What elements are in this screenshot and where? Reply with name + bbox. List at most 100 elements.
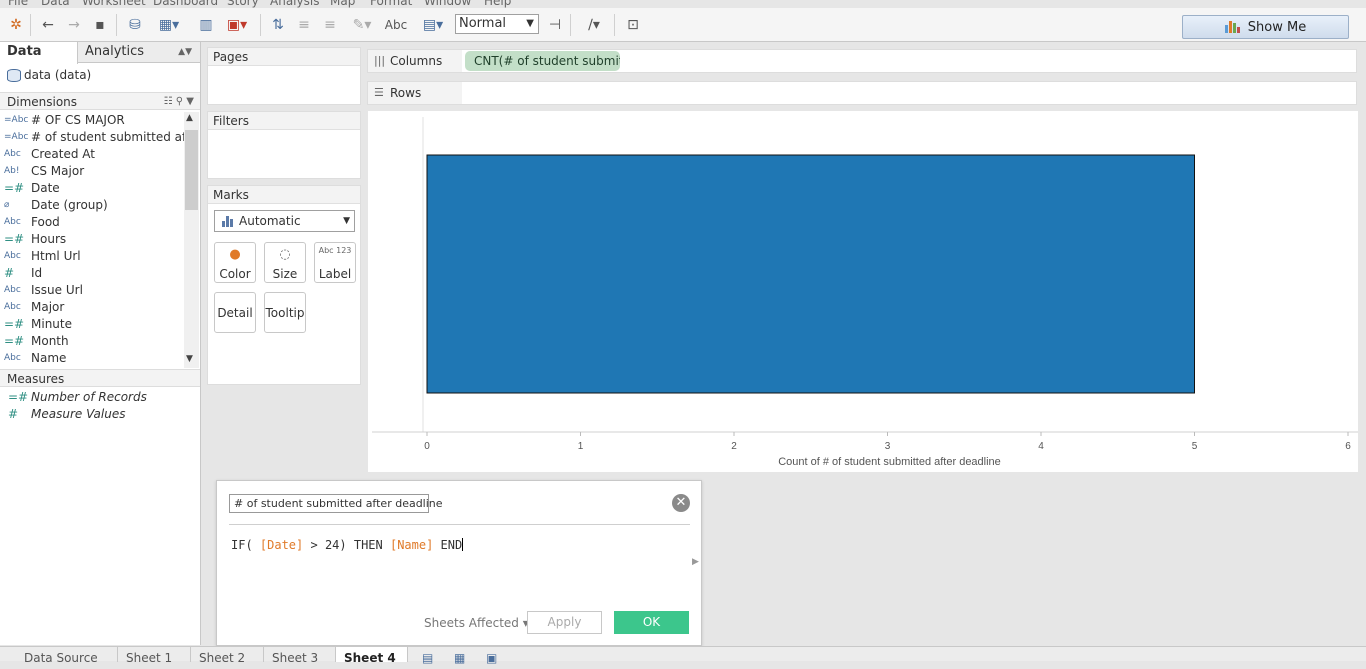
calc-name-field[interactable]: # of student submitted after deadline	[229, 494, 443, 513]
color-button[interactable]: ● Color	[214, 242, 256, 283]
pages-card[interactable]: Pages	[207, 47, 361, 105]
tab-data-source[interactable]: Data Source	[0, 647, 118, 665]
string-type-icon: Ab!	[4, 166, 20, 176]
menu-dashboard[interactable]: Dashboard	[153, 0, 218, 8]
new-worksheet-icon[interactable]: ▦▾	[156, 14, 182, 36]
field-label: Month	[31, 334, 69, 348]
annotate-icon[interactable]: ∕▾	[578, 14, 610, 36]
dimension-field[interactable]: Abc Major	[0, 299, 184, 316]
measure-field[interactable]: =# Number of Records	[0, 389, 184, 406]
sheets-affected-dropdown[interactable]: Sheets Affected ▾	[424, 616, 529, 630]
columns-icon: |||	[374, 54, 386, 67]
label-button[interactable]: Abc 123 Label	[314, 242, 356, 283]
dimensions-scrollbar[interactable]: ▲ ▼	[184, 112, 199, 368]
apply-button[interactable]: Apply	[527, 611, 602, 634]
highlight-icon[interactable]: ✎▾	[344, 14, 380, 36]
dimension-field[interactable]: # Id	[0, 265, 184, 282]
calculation-dialog: # of student submitted after deadline ✕ …	[216, 480, 702, 646]
datasource-item[interactable]: data (data)	[7, 68, 91, 82]
chart-view[interactable]: 0 1 2 3 4 5 6 Count of # of student submitted a…	[368, 111, 1358, 472]
fix-axes-icon[interactable]: ⊣	[545, 14, 565, 36]
columns-pill[interactable]: CNT(# of student submit..	[465, 51, 620, 71]
measures-header: Measures	[0, 369, 200, 387]
scroll-thumb[interactable]	[185, 130, 198, 210]
tab-sheet-1[interactable]: Sheet 1	[118, 647, 191, 665]
filters-card[interactable]: Filters	[207, 111, 361, 179]
fit-select[interactable]: Normal ▼	[455, 14, 539, 34]
tableau-logo-icon[interactable]: ✲	[6, 14, 26, 36]
formula-editor[interactable]: IF( [Date] > 24) THEN [Name] END	[231, 538, 464, 552]
x-tick-label: 0	[424, 441, 430, 452]
size-button[interactable]: ◌ Size	[264, 242, 306, 283]
field-label: Food	[31, 215, 60, 229]
new-datasource-icon[interactable]: ⛁	[124, 14, 146, 36]
field-label: Created At	[31, 147, 96, 161]
dimension-field[interactable]: ⌀ Date (group)	[0, 197, 184, 214]
menu-format[interactable]: Format	[370, 0, 412, 8]
dimension-field[interactable]: Ab! CS Major	[0, 163, 184, 180]
menu-file[interactable]: File	[8, 0, 28, 8]
ok-button[interactable]: OK	[614, 611, 689, 634]
field-label: Number of Records	[31, 390, 147, 404]
menu-data[interactable]: Data	[41, 0, 70, 8]
new-sheet-icon[interactable]: ▤	[414, 647, 442, 665]
field-label: Hours	[31, 232, 67, 246]
new-story-icon[interactable]: ▣	[478, 647, 506, 665]
menu-map[interactable]: Map	[330, 0, 355, 8]
dimension-field[interactable]: Abc Html Url	[0, 248, 184, 265]
show-me-button[interactable]: Show Me	[1182, 15, 1349, 39]
field-label: CS Major	[31, 164, 85, 178]
save-icon[interactable]: ▪	[90, 14, 110, 36]
tab-data[interactable]: Data	[0, 42, 78, 64]
x-tick-label: 3	[885, 441, 891, 452]
dimension-field[interactable]: =# Minute	[0, 316, 184, 333]
detail-button[interactable]: Detail	[214, 292, 256, 333]
tab-sheet-4[interactable]: Sheet 4	[336, 647, 408, 665]
swap-icon[interactable]: ⇅	[268, 14, 288, 36]
redo-icon[interactable]: →	[64, 14, 84, 36]
menu-window[interactable]: Window	[424, 0, 471, 8]
dimension-field[interactable]: =# Date	[0, 180, 184, 197]
columns-shelf[interactable]: ||| Columns CNT(# of student submit..	[367, 49, 1357, 73]
dimension-field[interactable]: =Abc # OF CS MAJOR	[0, 112, 184, 129]
sort-ascending-icon[interactable]: ≡	[294, 14, 314, 36]
expand-icon[interactable]: ▶	[692, 557, 699, 567]
number-type-icon: #	[8, 407, 19, 421]
measure-field[interactable]: # Measure Values	[0, 406, 184, 423]
presentation-icon[interactable]: ⊡	[622, 14, 644, 36]
tooltip-button[interactable]: Tooltip	[264, 292, 306, 333]
menu-help[interactable]: Help	[484, 0, 511, 8]
view-size-icon[interactable]: ▤▾	[416, 14, 450, 36]
duplicate-sheet-icon[interactable]: ▥	[196, 14, 216, 36]
dimension-field[interactable]: Abc Issue Url	[0, 282, 184, 299]
menu-analysis[interactable]: Analysis	[270, 0, 319, 8]
dimension-field[interactable]: =# Hours	[0, 231, 184, 248]
sort-descending-icon[interactable]: ≡	[320, 14, 340, 36]
undo-icon[interactable]: ←	[38, 14, 58, 36]
scroll-down-icon[interactable]: ▼	[186, 354, 193, 364]
close-icon[interactable]: ✕	[672, 494, 690, 512]
pane-menu-icon[interactable]: ▲▼	[178, 42, 192, 62]
new-dashboard-icon[interactable]: ▦	[446, 647, 474, 665]
dimension-field[interactable]: Abc Food	[0, 214, 184, 231]
show-labels-button[interactable]: Abc	[384, 14, 408, 36]
mark-type-select[interactable]: Automatic ▼	[214, 210, 355, 232]
rows-shelf[interactable]: ☰ Rows	[367, 81, 1357, 105]
number-type-icon: =#	[4, 334, 25, 348]
measures-list: =# Number of Records # Measure Values	[0, 389, 184, 423]
field-label: Date	[31, 181, 60, 195]
database-icon	[7, 68, 21, 82]
dimension-field[interactable]: Abc Created At	[0, 146, 184, 163]
dimension-field[interactable]: Abc Name	[0, 350, 184, 367]
menu-worksheet[interactable]: Worksheet	[82, 0, 146, 8]
tab-sheet-2[interactable]: Sheet 2	[191, 647, 264, 665]
tab-sheet-3[interactable]: Sheet 3	[264, 647, 336, 665]
dimension-field[interactable]: =Abc# of student submitted aft...	[0, 129, 184, 146]
dimension-field[interactable]: =# Month	[0, 333, 184, 350]
clear-sheet-icon[interactable]: ▣▾	[222, 14, 252, 36]
dimension-tools-icon[interactable]: ☷ ⚲ ▼	[164, 93, 194, 111]
tab-analytics[interactable]: Analytics ▲▼	[78, 42, 200, 63]
menu-story[interactable]: Story	[227, 0, 259, 8]
chevron-down-icon: ▼	[343, 216, 350, 226]
scroll-up-icon[interactable]: ▲	[186, 113, 193, 123]
